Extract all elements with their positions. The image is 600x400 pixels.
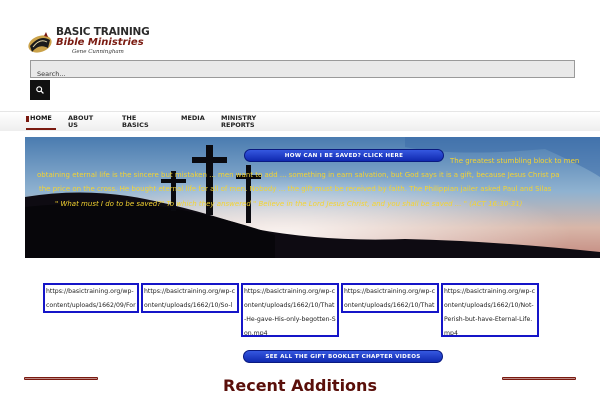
nav-active-indicator — [26, 128, 56, 130]
see-all-videos-button[interactable]: SEE ALL THE GIFT BOOKLET CHAPTER VIDEOS — [243, 350, 443, 363]
nav-item-ministry-reports[interactable]: MINISTRY REPORTS — [221, 115, 273, 129]
site-logo[interactable]: BASIC TRAINING Bible Ministries Gene Cun… — [26, 26, 186, 60]
search-field — [30, 60, 575, 82]
search-button[interactable] — [30, 80, 50, 100]
hero-text-line2: obtaining eternal life is the sincere bu… — [37, 171, 560, 179]
video-link-url: https://basictraining.org/wp-content/upl… — [444, 288, 536, 337]
how-can-i-be-saved-button[interactable]: HOW CAN I BE SAVED? CLICK HERE — [244, 149, 444, 162]
nav-item-media[interactable]: MEDIA — [181, 115, 225, 122]
hero-text-line3: the price on the cross. He bought eterna… — [39, 185, 552, 193]
search-input[interactable] — [31, 66, 574, 82]
recent-additions-heading: Recent Additions — [223, 376, 377, 395]
video-link-url: https://basictraining.org/wp-content/upl… — [344, 288, 436, 309]
video-links: https://basictraining.org/wp-content/upl… — [43, 283, 600, 337]
video-link[interactable]: https://basictraining.org/wp-content/upl… — [341, 283, 439, 313]
video-link-url: https://basictraining.org/wp-content/upl… — [46, 288, 136, 309]
nav-item-the-basics[interactable]: THE BASICS — [122, 115, 156, 129]
hero-text-line1: The greatest stumbling block to men — [450, 157, 580, 165]
hero-banner: HOW CAN I BE SAVED? CLICK HERE The great… — [25, 137, 600, 258]
video-link-url: https://basictraining.org/wp-content/upl… — [244, 288, 336, 337]
search-icon — [36, 86, 44, 94]
video-link[interactable]: https://basictraining.org/wp-content/upl… — [241, 283, 339, 337]
logo-subtitle: Bible Ministries — [56, 37, 144, 48]
video-link[interactable]: https://basictraining.org/wp-content/upl… — [43, 283, 139, 313]
video-link-url: https://basictraining.org/wp-content/upl… — [144, 288, 236, 309]
nav-item-about-us[interactable]: ABOUT US — [68, 115, 102, 129]
main-nav: HOME ABOUT US THE BASICS MEDIA MINISTRY … — [0, 111, 600, 131]
hero-scripture-quote: " What must I do to be saved?" To which … — [55, 200, 523, 208]
video-link[interactable]: https://basictraining.org/wp-content/upl… — [141, 283, 239, 313]
bible-icon — [26, 28, 54, 56]
video-link[interactable]: https://basictraining.org/wp-content/upl… — [441, 283, 539, 337]
logo-author: Gene Cunningham — [72, 49, 124, 55]
